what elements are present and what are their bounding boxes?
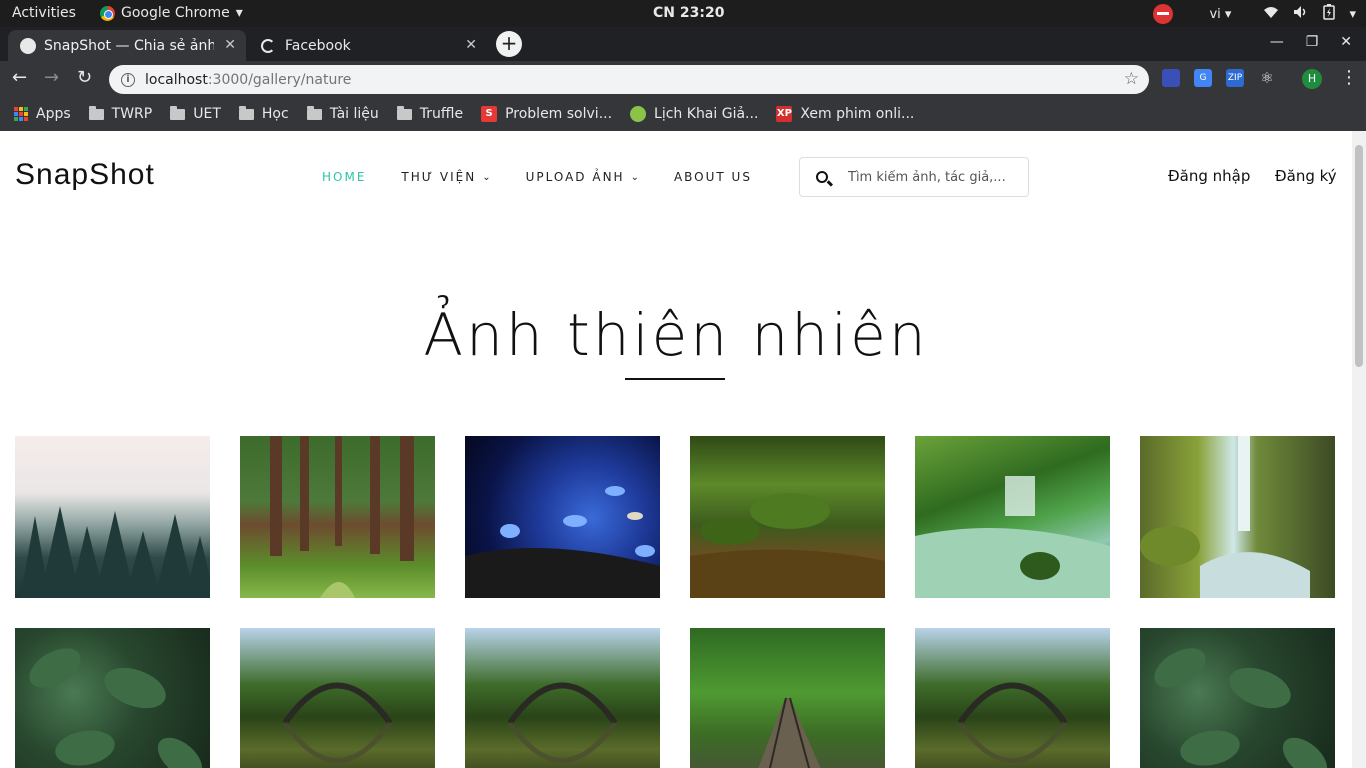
chevron-down-icon: ⌄ [482,171,491,183]
scrollbar-thumb[interactable] [1355,145,1363,367]
address-bar[interactable]: i localhost:3000/gallery/nature ☆ [109,65,1149,94]
battery-icon [1323,4,1336,24]
window-controls: — ❐ ✕ [1270,34,1352,50]
wifi-icon [1263,5,1279,23]
gallery-photo-blue-butterflies[interactable] [465,436,660,598]
volume-icon [1293,5,1309,23]
close-tab-icon[interactable]: ✕ [465,37,477,53]
title-underline [625,378,725,380]
bookmark-problem-solving[interactable]: S Problem solvi... [481,106,612,122]
gallery-photo-leaves[interactable] [15,628,210,768]
no-entry-icon[interactable] [1153,4,1174,24]
close-window-icon[interactable]: ✕ [1340,34,1352,50]
nav-home[interactable]: HOME [322,170,366,184]
gallery-photo-railway[interactable] [690,628,885,768]
system-menu-chevron-icon[interactable]: ▾ [1349,7,1356,22]
profile-avatar[interactable]: H [1302,69,1322,89]
apps-grid-icon [14,107,28,121]
loading-spinner-icon [261,38,275,53]
bookmark-twrp[interactable]: TWRP [88,105,152,122]
os-top-bar: Activities Google Chrome ▾ CN 23:20 vi ▾… [0,0,1366,27]
nav-upload-anh[interactable]: UPLOAD ẢNH ⌄ [526,170,639,184]
app-menu[interactable]: Google Chrome ▾ [100,5,243,21]
bookmark-truffle[interactable]: Truffle [396,105,463,122]
page-viewport: SnapShot HOME THƯ VIỆN ⌄ UPLOAD ẢNH ⌄ ABOU… [0,131,1352,768]
app-name: Google Chrome [121,5,230,21]
url-host: localhost [145,71,208,88]
zip-extension-icon[interactable]: ZIP [1226,69,1244,87]
menu-kebab-icon[interactable]: ⋮ [1340,67,1358,88]
bookmark-star-icon[interactable]: ☆ [1124,69,1139,89]
gallery-photo-foggy-forest[interactable] [15,436,210,598]
google-translate-icon[interactable]: G [1194,69,1212,87]
chevron-down-icon: ⌄ [630,171,639,183]
bookmark-uet[interactable]: UET [170,105,221,122]
clock[interactable]: CN 23:20 [653,5,724,21]
browser-toolbar: ← → ↻ i localhost:3000/gallery/nature ☆ … [0,61,1366,97]
register-link[interactable]: Đăng ký [1275,167,1337,185]
url-path: :3000/gallery/nature [207,71,352,88]
system-tray[interactable]: vi ▾ ▾ [1153,4,1356,24]
gallery-photo-arch-bridge[interactable] [465,628,660,768]
tab-strip: SnapShot — Chia sẻ ảnh đẹp ✕ Facebook ✕ [0,27,1366,61]
chevron-down-icon: ▾ [235,5,243,21]
xp-favicon-icon: XP [776,106,793,122]
activities-button[interactable]: Activities [12,5,76,21]
bookmarks-bar: Apps TWRP UET Học Tài liệu Truffle S Prob… [0,97,1366,131]
page-title: Ảnh thiên nhiên [423,301,929,369]
search-icon[interactable] [816,171,828,183]
react-devtools-icon[interactable]: ⚛ [1258,69,1276,87]
gallery-photo-mossy-stream[interactable] [690,436,885,598]
extension-blue-icon[interactable] [1162,69,1180,87]
back-arrow-icon[interactable]: ← [12,67,27,88]
forward-arrow-icon[interactable]: → [44,67,59,88]
tab-title: Facebook [285,37,351,54]
bookmark-xem-phim[interactable]: XP Xem phim onli... [776,106,914,122]
gallery-photo-forest-path[interactable] [240,436,435,598]
folder-icon [170,105,186,120]
close-tab-icon[interactable]: ✕ [224,37,236,53]
lich-khai-giang-favicon-icon [630,106,647,122]
chrome-icon [100,5,115,21]
folder-icon [238,105,254,120]
gallery-photo-waterfall-cliff[interactable] [1140,436,1335,598]
tab-facebook[interactable]: Facebook ✕ [249,30,487,61]
gallery-photo-arch-bridge[interactable] [240,628,435,768]
minimize-icon[interactable]: — [1270,34,1284,50]
search-box[interactable] [799,157,1029,197]
nav-about-us[interactable]: ABOUT US [674,170,752,184]
main-nav: HOME THƯ VIỆN ⌄ UPLOAD ẢNH ⌄ ABOUT US [322,170,787,184]
bookmark-lich-khai-giang[interactable]: Lịch Khai Giả... [630,106,758,122]
gallery-photo-arch-bridge[interactable] [915,628,1110,768]
nav-thu-vien[interactable]: THƯ VIỆN ⌄ [401,170,490,184]
search-input[interactable] [848,169,1008,185]
folder-icon [396,105,412,120]
site-info-icon[interactable]: i [121,72,135,87]
gallery-photo-leaves[interactable] [1140,628,1335,768]
gallery-photo-green-falls[interactable] [915,436,1110,598]
bookmark-hoc[interactable]: Học [238,105,289,122]
folder-icon [88,105,104,120]
bookmark-tai-lieu[interactable]: Tài liệu [306,105,379,122]
reload-icon[interactable]: ↻ [77,67,92,88]
problem-solving-favicon-icon: S [481,106,498,122]
site-logo[interactable]: SnapShot [15,158,155,192]
tab-title: SnapShot — Chia sẻ ảnh đẹp [44,37,214,54]
login-link[interactable]: Đăng nhập [1168,167,1250,185]
folder-icon [306,105,322,120]
maximize-icon[interactable]: ❐ [1306,34,1319,50]
tab-snapshot[interactable]: SnapShot — Chia sẻ ảnh đẹp ✕ [8,30,246,61]
snapshot-favicon-icon [20,37,36,54]
page-scrollbar[interactable] [1352,131,1366,768]
bookmark-apps[interactable]: Apps [14,106,71,122]
input-language[interactable]: vi ▾ [1209,7,1231,22]
new-tab-button[interactable]: + [496,31,522,57]
